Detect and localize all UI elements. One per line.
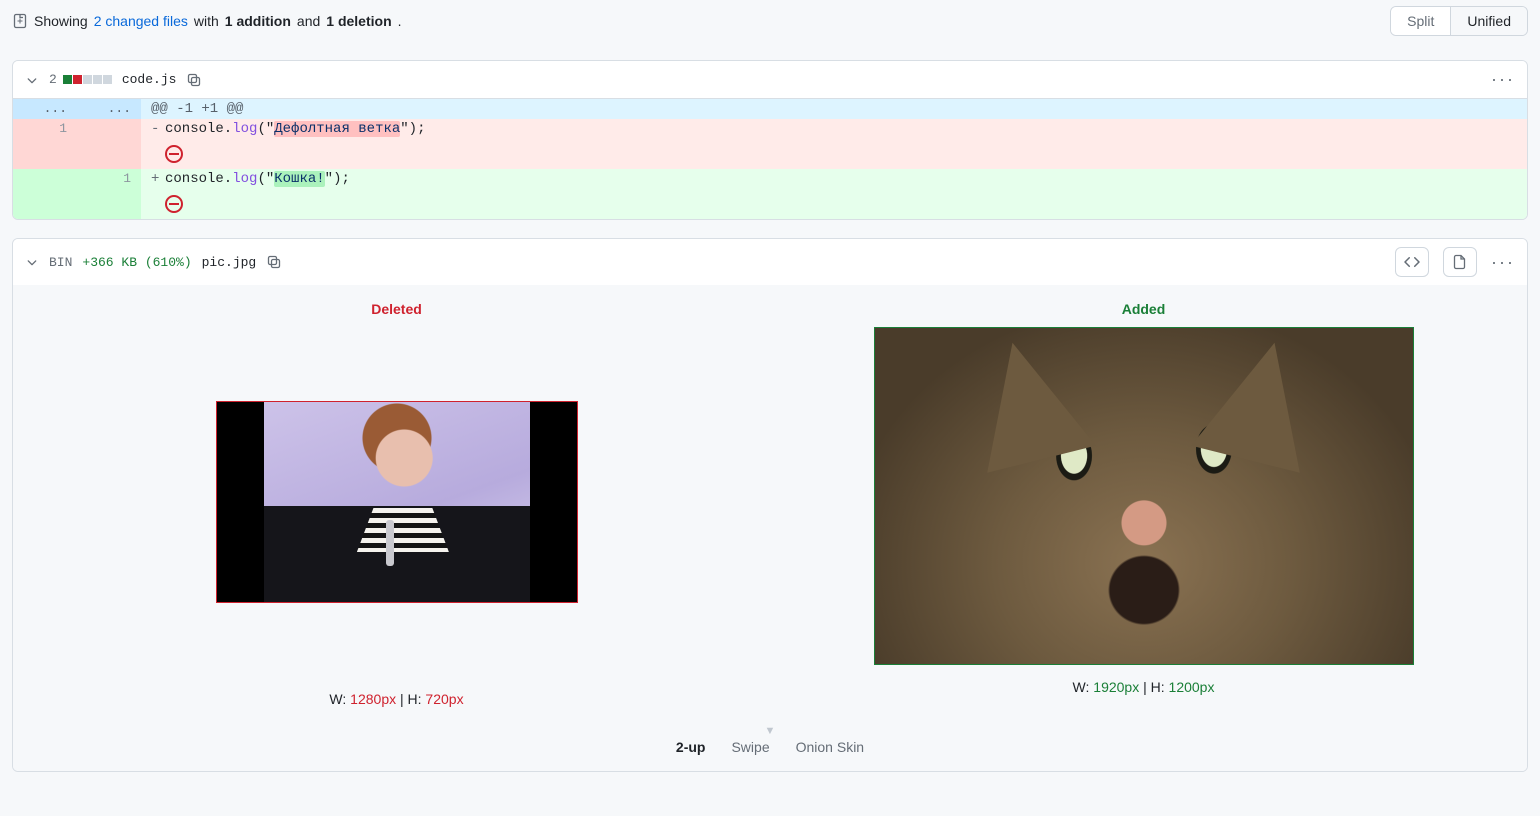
image-diff-deleted-column: Deleted W: 1280px | H: 720px (33, 295, 760, 707)
deleted-image[interactable] (216, 401, 578, 603)
unified-view-button[interactable]: Unified (1450, 7, 1527, 35)
summary-additions: 1 addition (225, 13, 291, 29)
diff-line-added-marker (13, 189, 1527, 219)
summary-changed-files-link[interactable]: 2 changed files (94, 13, 188, 29)
deleted-image-dimensions: W: 1280px | H: 720px (329, 691, 463, 707)
summary-period: . (398, 13, 402, 29)
diff-line-code: -console.log("Дефолтная ветка"); (141, 119, 1527, 139)
view-rendered-button[interactable] (1443, 247, 1477, 277)
collapse-file-toggle[interactable] (25, 73, 39, 87)
image-diff-viewer: Deleted W: 1280px | H: 720px (13, 285, 1527, 771)
summary-and: and (297, 13, 320, 29)
diff-line-deleted-marker (13, 139, 1527, 169)
file-name[interactable]: pic.jpg (202, 255, 257, 270)
diffstat-count: 2 (49, 72, 57, 87)
hunk-expand-old[interactable]: ... (13, 99, 77, 119)
hunk-header-row: ... ... @@ -1 +1 @@ (13, 99, 1527, 119)
file-actions-menu[interactable]: ··· (1491, 69, 1515, 90)
copy-path-icon[interactable] (266, 254, 282, 270)
mode-swipe[interactable]: Swipe (731, 739, 769, 755)
view-source-button[interactable] (1395, 247, 1429, 277)
diffstat: 2 (49, 72, 112, 87)
deleted-image-content (217, 402, 577, 602)
copy-path-icon[interactable] (186, 72, 202, 88)
diff-line-code: +console.log("Кошка!"); (141, 169, 1527, 189)
summary-deletions: 1 deletion (326, 13, 391, 29)
added-image-content (875, 328, 1413, 664)
collapse-file-toggle[interactable] (25, 255, 39, 269)
old-line-number: 1 (13, 119, 77, 139)
hunk-header: @@ -1 +1 @@ (141, 99, 1527, 119)
file-diff-icon (12, 11, 28, 31)
summary-showing: Showing (34, 13, 88, 29)
mode-onion-skin[interactable]: Onion Skin (796, 739, 864, 755)
file-diff-code-js: 2 code.js ··· ... ... (12, 60, 1528, 220)
mode-2up[interactable]: 2-up (676, 739, 706, 755)
added-image[interactable] (874, 327, 1414, 665)
diff-line-deleted[interactable]: 1 -console.log("Дефолтная ветка"); (13, 119, 1527, 139)
diff-line-added[interactable]: 1 +console.log("Кошка!"); (13, 169, 1527, 189)
split-view-button[interactable]: Split (1391, 7, 1450, 35)
added-image-dimensions: W: 1920px | H: 1200px (1073, 679, 1215, 695)
deleted-title: Deleted (371, 301, 422, 317)
diff-view-toggle: Split Unified (1390, 6, 1528, 36)
binary-size-delta: +366 KB (610%) (82, 255, 191, 270)
file-diff-pic-jpg: BIN +366 KB (610%) pic.jpg ··· (12, 238, 1528, 772)
new-line-number: 1 (77, 169, 141, 189)
caret-down-icon: ▼ (33, 725, 1507, 737)
added-title: Added (1122, 301, 1166, 317)
summary-with: with (194, 13, 219, 29)
file-actions-menu[interactable]: ··· (1491, 252, 1515, 273)
binary-label: BIN (49, 255, 72, 270)
diffstat-bars (63, 75, 112, 84)
no-newline-icon (165, 195, 183, 213)
new-line-number (77, 119, 141, 139)
image-diff-added-column: Added W: 1920px | H: 1200px (780, 295, 1507, 695)
file-name[interactable]: code.js (122, 72, 177, 87)
image-diff-mode-bar: ▼ 2-up Swipe Onion Skin (33, 725, 1507, 755)
diff-table: ... ... @@ -1 +1 @@ 1 -console.log("Дефо… (13, 99, 1527, 219)
no-newline-icon (165, 145, 183, 163)
old-line-number (13, 169, 77, 189)
hunk-expand-new[interactable]: ... (77, 99, 141, 119)
diff-summary-bar: Showing 2 changed files with 1 addition … (0, 0, 1540, 42)
